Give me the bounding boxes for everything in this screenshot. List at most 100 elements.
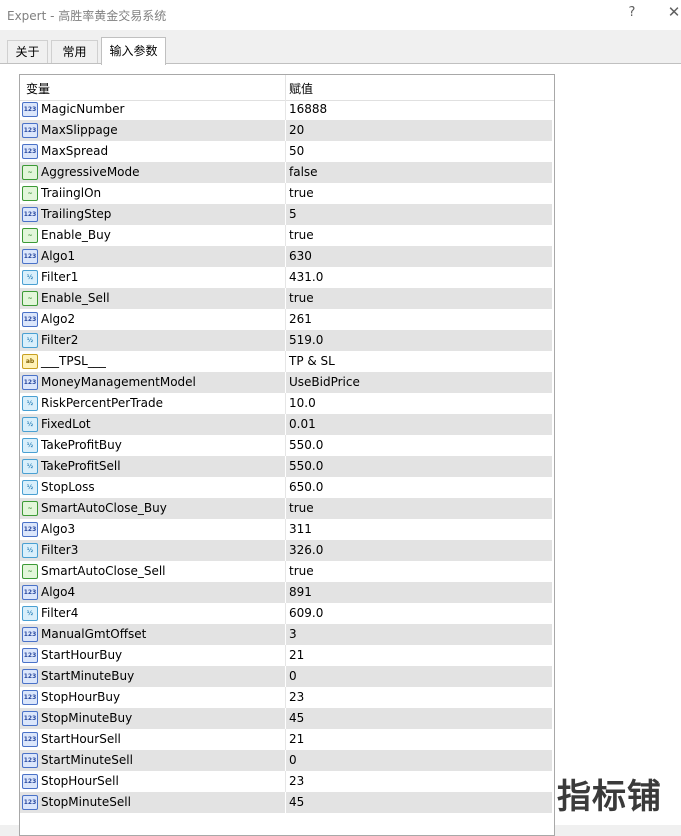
parameter-value[interactable]: 20 xyxy=(289,123,304,137)
parameter-row[interactable]: ab ___TPSL___ TP & SL xyxy=(20,351,552,372)
parameter-row[interactable]: 123 StartHourBuy 21 xyxy=(20,645,552,666)
parameter-row[interactable]: 123 StartHourSell 21 xyxy=(20,729,552,750)
parameter-value[interactable]: 21 xyxy=(289,648,304,662)
variable-column-header[interactable]: 变量 xyxy=(26,80,50,97)
parameter-row[interactable]: 123 StopMinuteBuy 45 xyxy=(20,708,552,729)
parameter-row[interactable]: 123 Algo2 261 xyxy=(20,309,552,330)
int-type-icon: 123 xyxy=(22,795,38,810)
parameter-value[interactable]: true xyxy=(289,186,314,200)
parameter-value[interactable]: 45 xyxy=(289,711,304,725)
parameter-row[interactable]: ½ Filter3 326.0 xyxy=(20,540,552,561)
value-column-header[interactable]: 赋值 xyxy=(289,80,313,97)
close-button[interactable]: ✕ xyxy=(666,3,681,23)
parameter-name: MaxSlippage xyxy=(41,123,118,137)
row-divider xyxy=(285,561,286,582)
parameter-value[interactable]: true xyxy=(289,291,314,305)
parameter-name: MaxSpread xyxy=(41,144,109,158)
parameter-value[interactable]: 0 xyxy=(289,753,297,767)
int-type-icon: 123 xyxy=(22,774,38,789)
parameter-value[interactable]: 550.0 xyxy=(289,438,323,452)
int-type-icon: 123 xyxy=(22,711,38,726)
parameter-value[interactable]: UseBidPrice xyxy=(289,375,360,389)
parameter-value[interactable]: 50 xyxy=(289,144,304,158)
parameter-name: StartMinuteBuy xyxy=(41,669,135,683)
parameter-value[interactable]: 21 xyxy=(289,732,304,746)
parameter-row[interactable]: ½ RiskPercentPerTrade 10.0 xyxy=(20,393,552,414)
parameter-row[interactable]: 123 MaxSpread 50 xyxy=(20,141,552,162)
parameter-value[interactable]: 550.0 xyxy=(289,459,323,473)
parameter-row[interactable]: 123 TrailingStep 5 xyxy=(20,204,552,225)
parameter-name: Algo4 xyxy=(41,585,76,599)
help-button[interactable]: ? xyxy=(625,5,639,23)
parameter-name: Algo1 xyxy=(41,249,76,263)
parameter-row[interactable]: ~ TraiinglOn true xyxy=(20,183,552,204)
parameter-value[interactable]: 0 xyxy=(289,669,297,683)
parameter-row[interactable]: ~ Enable_Sell true xyxy=(20,288,552,309)
parameter-row[interactable]: ½ Filter2 519.0 xyxy=(20,330,552,351)
parameter-row[interactable]: ½ TakeProfitBuy 550.0 xyxy=(20,435,552,456)
parameter-row[interactable]: ½ StopLoss 650.0 xyxy=(20,477,552,498)
parameter-value[interactable]: 23 xyxy=(289,774,304,788)
parameter-row[interactable]: 123 StopHourSell 23 xyxy=(20,771,552,792)
row-divider xyxy=(285,225,286,246)
int-type-icon: 123 xyxy=(22,753,38,768)
row-divider xyxy=(285,519,286,540)
parameter-row[interactable]: ~ SmartAutoClose_Sell true xyxy=(20,561,552,582)
row-divider xyxy=(285,477,286,498)
parameter-row[interactable]: 123 Algo3 311 xyxy=(20,519,552,540)
tab-input-parameters[interactable]: 输入参数 xyxy=(101,37,166,65)
row-divider xyxy=(285,204,286,225)
parameter-name: Filter3 xyxy=(41,543,79,557)
parameter-value[interactable]: true xyxy=(289,564,314,578)
parameter-name: Algo3 xyxy=(41,522,76,536)
parameter-row[interactable]: 123 StopMinuteSell 45 xyxy=(20,792,552,813)
parameter-row[interactable]: 123 MagicNumber 16888 xyxy=(20,99,552,120)
parameter-value[interactable]: true xyxy=(289,501,314,515)
bool-type-icon: ~ xyxy=(22,291,38,306)
parameter-value[interactable]: TP & SL xyxy=(289,354,335,368)
tab-about[interactable]: 关于 xyxy=(7,40,48,63)
parameter-row[interactable]: ~ AggressiveMode false xyxy=(20,162,552,183)
column-divider[interactable] xyxy=(285,75,286,100)
parameter-value[interactable]: 431.0 xyxy=(289,270,323,284)
parameter-value[interactable]: 5 xyxy=(289,207,297,221)
parameter-row[interactable]: ½ Filter4 609.0 xyxy=(20,603,552,624)
parameter-value[interactable]: true xyxy=(289,228,314,242)
parameter-value[interactable]: 23 xyxy=(289,690,304,704)
parameter-value[interactable]: 0.01 xyxy=(289,417,316,431)
parameter-value[interactable]: 609.0 xyxy=(289,606,323,620)
parameter-row[interactable]: ½ FixedLot 0.01 xyxy=(20,414,552,435)
parameter-value[interactable]: false xyxy=(289,165,318,179)
parameter-value[interactable]: 10.0 xyxy=(289,396,316,410)
double-type-icon: ½ xyxy=(22,543,38,558)
tab-bar: 关于 常用 输入参数 xyxy=(0,37,681,65)
parameter-row[interactable]: ½ Filter1 431.0 xyxy=(20,267,552,288)
parameter-row[interactable]: ½ TakeProfitSell 550.0 xyxy=(20,456,552,477)
parameter-value[interactable]: 650.0 xyxy=(289,480,323,494)
parameter-value[interactable]: 3 xyxy=(289,627,297,641)
int-type-icon: 123 xyxy=(22,207,38,222)
parameter-value[interactable]: 45 xyxy=(289,795,304,809)
parameter-value[interactable]: 261 xyxy=(289,312,312,326)
row-divider xyxy=(285,771,286,792)
row-divider xyxy=(285,183,286,204)
parameter-row[interactable]: 123 ManualGmtOffset 3 xyxy=(20,624,552,645)
parameter-row[interactable]: 123 MaxSlippage 20 xyxy=(20,120,552,141)
parameter-value[interactable]: 311 xyxy=(289,522,312,536)
tab-common[interactable]: 常用 xyxy=(51,40,98,63)
parameter-row[interactable]: 123 Algo1 630 xyxy=(20,246,552,267)
parameter-row[interactable]: 123 Algo4 891 xyxy=(20,582,552,603)
parameter-value[interactable]: 630 xyxy=(289,249,312,263)
parameter-row[interactable]: 123 StartMinuteSell 0 xyxy=(20,750,552,771)
parameter-row[interactable]: ~ Enable_Buy true xyxy=(20,225,552,246)
parameter-value[interactable]: 326.0 xyxy=(289,543,323,557)
parameter-value[interactable]: 16888 xyxy=(289,102,327,116)
parameter-row[interactable]: 123 MoneyManagementModel UseBidPrice xyxy=(20,372,552,393)
parameter-row[interactable]: ~ SmartAutoClose_Buy true xyxy=(20,498,552,519)
parameter-value[interactable]: 891 xyxy=(289,585,312,599)
parameter-row[interactable]: 123 StopHourBuy 23 xyxy=(20,687,552,708)
row-divider xyxy=(285,729,286,750)
parameter-value[interactable]: 519.0 xyxy=(289,333,323,347)
double-type-icon: ½ xyxy=(22,270,38,285)
parameter-row[interactable]: 123 StartMinuteBuy 0 xyxy=(20,666,552,687)
